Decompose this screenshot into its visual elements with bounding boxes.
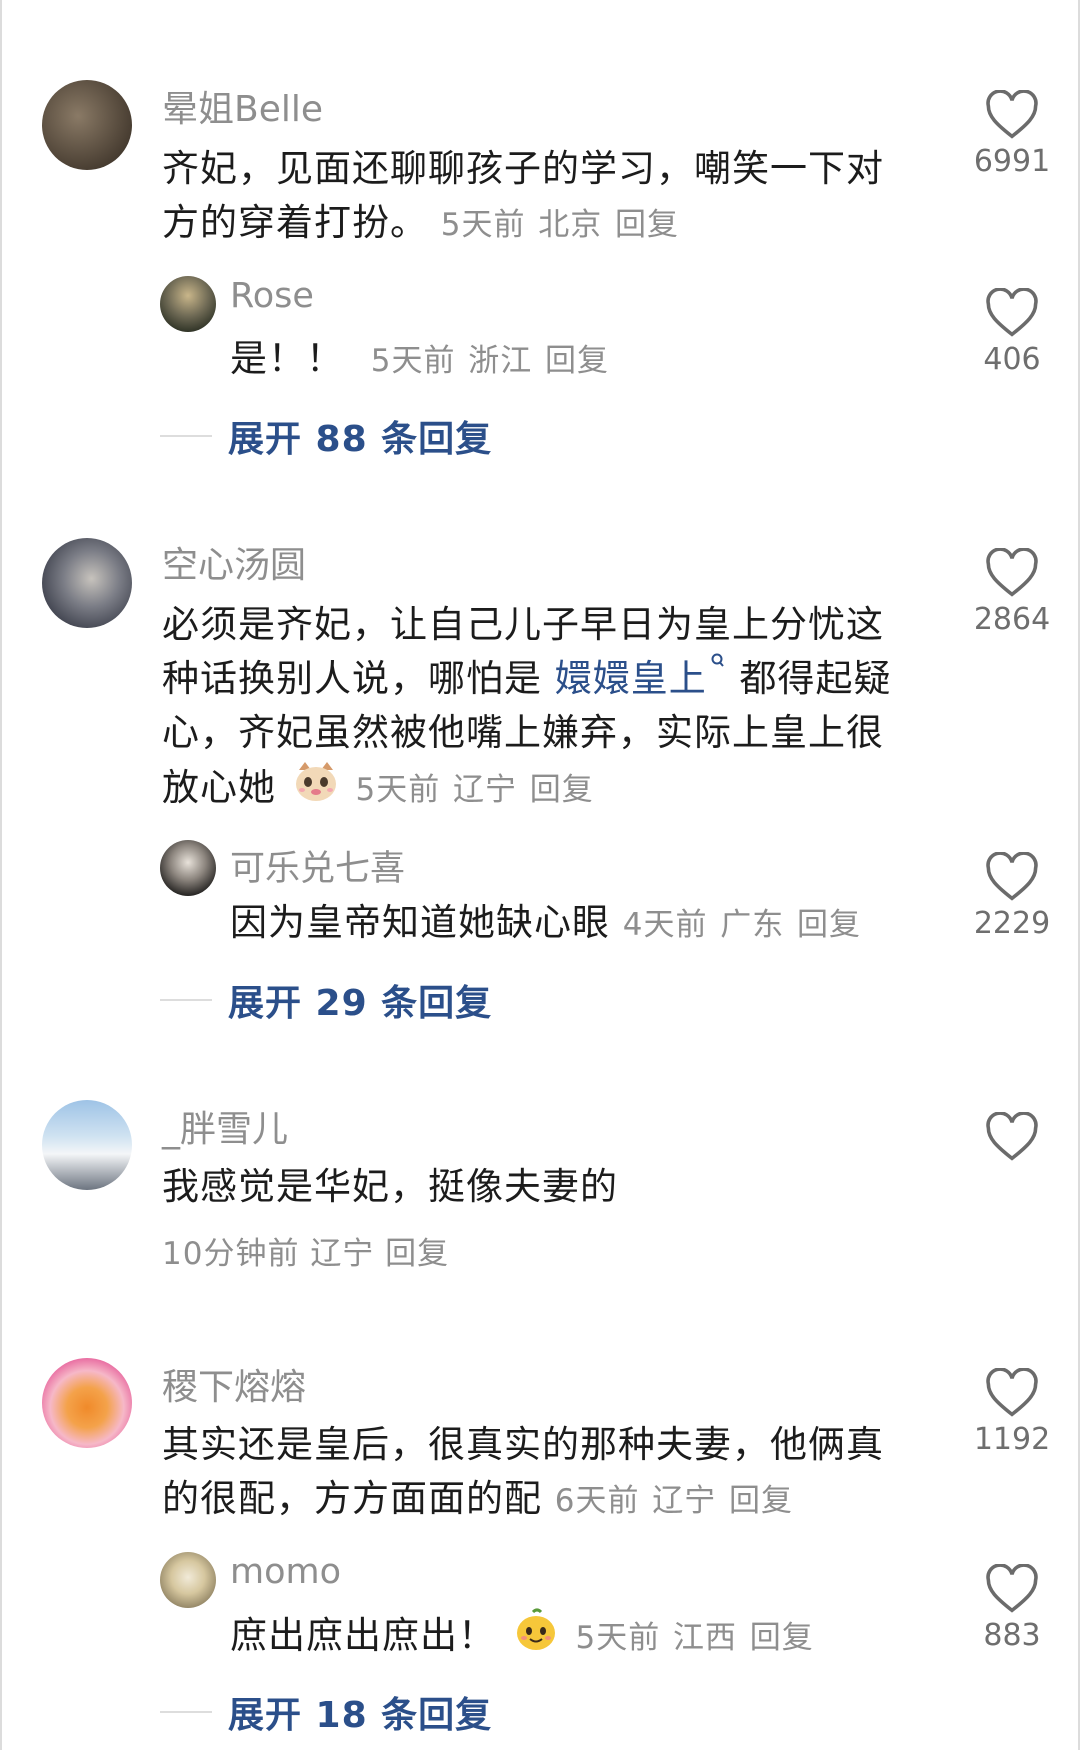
comment-location: 辽宁: [453, 772, 518, 808]
like-button[interactable]: 1192: [972, 1368, 1052, 1457]
avatar[interactable]: [42, 80, 132, 170]
comment-location: 北京: [538, 207, 603, 243]
comment-meta: 10分钟前 辽宁 回复: [162, 1228, 449, 1273]
expand-replies-label: 展开 88 条回复: [228, 419, 493, 460]
like-count: 406: [983, 342, 1041, 377]
reply-location: 江西: [673, 1620, 738, 1656]
heart-outline-icon: [986, 288, 1038, 337]
comment-time: 10分钟前: [162, 1236, 300, 1272]
like-count: 2864: [973, 602, 1051, 637]
reply-time: 5天前: [370, 343, 456, 379]
heart-outline-icon: [986, 1112, 1038, 1161]
comment-text: 齐妃，见面还聊聊孩子的学习，嘲笑一下对方的穿着打扮。 5天前 北京 回复: [162, 142, 918, 252]
comment-time: 6天前: [554, 1483, 640, 1519]
reply-body: 因为皇帝知道她缺心眼: [230, 901, 610, 944]
like-button[interactable]: 2864: [972, 548, 1052, 637]
comment-location: 辽宁: [652, 1483, 717, 1519]
like-count: 883: [983, 1618, 1041, 1653]
reply-time: 4天前: [622, 907, 708, 943]
like-count: 2229: [973, 906, 1051, 941]
reply-username[interactable]: 可乐兑七喜: [230, 840, 405, 891]
comment-text: 其实还是皇后，很真实的那种夫妻，他俩真的很配，方方面面的配 6天前 辽宁 回复: [162, 1418, 918, 1528]
divider: [160, 999, 212, 1001]
like-button[interactable]: 6991: [972, 90, 1052, 179]
reply-body: 是！！: [230, 337, 344, 380]
reply-username[interactable]: momo: [230, 1552, 341, 1592]
search-link[interactable]: 嬛嬛皇上: [554, 653, 727, 700]
heart-outline-icon: [986, 1564, 1038, 1613]
avatar[interactable]: [160, 1552, 216, 1608]
reply-button[interactable]: 回复: [530, 772, 594, 808]
comment-username[interactable]: 晕姐Belle: [162, 80, 323, 132]
reply-button[interactable]: 回复: [797, 907, 861, 943]
avatar[interactable]: [160, 276, 216, 332]
reply-body: 庶出庶出庶出！: [230, 1614, 496, 1657]
like-count: 1192: [973, 1422, 1051, 1457]
reply-button[interactable]: 回复: [615, 207, 679, 243]
heart-outline-icon: [986, 1368, 1038, 1417]
comment-time: 5天前: [355, 772, 441, 808]
search-icon: [711, 653, 724, 667]
reply-text: 庶出庶出庶出！ 5天前 江西 回复: [230, 1608, 920, 1667]
expand-replies-label: 展开 18 条回复: [228, 1695, 493, 1736]
avatar[interactable]: [160, 840, 216, 896]
heart-outline-icon: [986, 548, 1038, 597]
avatar[interactable]: [42, 538, 132, 628]
heart-outline-icon: [986, 852, 1038, 901]
like-button[interactable]: 2229: [972, 852, 1052, 941]
reply-text: 因为皇帝知道她缺心眼 4天前 广东 回复: [230, 896, 920, 952]
avatar[interactable]: [42, 1358, 132, 1448]
like-button[interactable]: 406: [972, 288, 1052, 377]
comment-username[interactable]: 稷下熔熔: [162, 1358, 306, 1410]
reply-button[interactable]: 回复: [385, 1236, 449, 1272]
divider: [160, 1711, 212, 1713]
reply-button[interactable]: 回复: [729, 1483, 793, 1519]
reply-location: 广东: [720, 907, 785, 943]
like-button[interactable]: [972, 1112, 1052, 1166]
comment-time: 5天前: [440, 207, 526, 243]
comment-text: 必须是齐妃，让自己儿子早日为皇上分忧这种话换别人说，哪怕是 嬛嬛皇上 都得起疑心…: [162, 598, 918, 819]
comment-username[interactable]: _胖雪儿: [162, 1100, 288, 1152]
comment-username[interactable]: 空心汤圆: [162, 536, 306, 588]
like-count: 6991: [973, 144, 1051, 179]
like-button[interactable]: 883: [972, 1564, 1052, 1653]
heart-outline-icon: [986, 90, 1038, 139]
mango-emoji: [513, 1608, 559, 1667]
reply-username[interactable]: Rose: [230, 276, 314, 316]
reply-text: 是！！ 5天前 浙江 回复: [230, 332, 920, 388]
avatar[interactable]: [42, 1100, 132, 1190]
reply-location: 浙江: [468, 343, 533, 379]
expand-replies-label: 展开 29 条回复: [228, 983, 493, 1024]
comment-text: 我感觉是华妃，挺像夫妻的: [162, 1160, 918, 1214]
comment-location: 辽宁: [310, 1236, 375, 1272]
comment-body: 我感觉是华妃，挺像夫妻的: [162, 1165, 618, 1208]
search-link-label: 嬛嬛皇上: [554, 657, 707, 700]
reply-button[interactable]: 回复: [545, 343, 609, 379]
divider: [160, 435, 212, 437]
reply-button[interactable]: 回复: [750, 1620, 814, 1656]
reply-time: 5天前: [575, 1620, 661, 1656]
cat-emoji: [293, 760, 339, 819]
